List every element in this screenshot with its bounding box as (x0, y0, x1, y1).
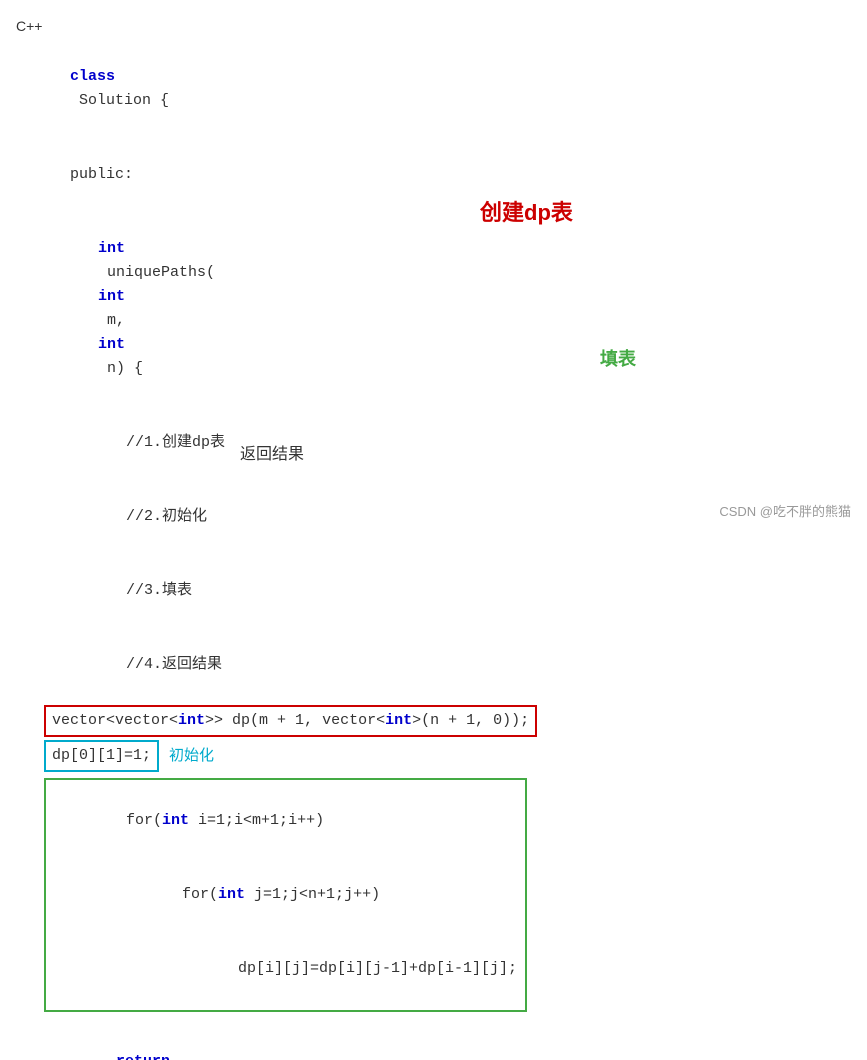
code-line-2: public: (16, 138, 851, 212)
annotation-create-dp: 创建dp表 (480, 195, 573, 227)
spacer-1 (16, 1015, 851, 1023)
code-line-6: //3.填表 (16, 554, 851, 628)
for-line-3: dp[i][j]=dp[i][j-1]+dp[i-1][j]; (54, 932, 517, 1006)
comment-1: //1.创建dp表 (126, 434, 225, 451)
keyword-int-2: int (98, 288, 125, 305)
for-loop-box: for(int i=1;i<m+1;i++) for(int j=1;j<n+1… (44, 778, 527, 1012)
code-line-4: //1.创建dp表 (16, 406, 851, 480)
code-line-3: int uniquePaths( int m, int n) { (16, 212, 851, 406)
watermark: CSDN @吃不胖的熊猫 (719, 501, 851, 520)
param-m: m, (98, 312, 134, 329)
public-keyword: public: (70, 166, 133, 183)
dp-init-line-wrapper: dp[0][1]=1; 初始化 (44, 740, 851, 772)
return-line-wrapper: return dp[m][n]; (16, 1025, 851, 1060)
keyword-int-3: int (98, 336, 125, 353)
for-outer: for(int i=1;i<m+1;i++) (126, 812, 324, 829)
for-line-1: for(int i=1;i<m+1;i++) (54, 784, 517, 858)
annotation-fill-table: 填表 (600, 345, 636, 371)
annotation-return-result: 返回结果 (240, 440, 304, 464)
class-name: Solution { (70, 92, 169, 109)
keyword-int-1: int (98, 240, 125, 257)
comment-2: //2.初始化 (126, 508, 207, 525)
keyword-return: return (116, 1053, 170, 1060)
for-line-2: for(int j=1;j<n+1;j++) (54, 858, 517, 932)
return-line: return dp[m][n]; (44, 1025, 206, 1060)
dp-init-code: dp[0][1]=1; (52, 747, 151, 764)
dp-assign: dp[i][j]=dp[i][j-1]+dp[i-1][j]; (238, 960, 517, 977)
code-line-1: class Solution { (16, 40, 851, 138)
fn-name: uniquePaths( (98, 264, 215, 281)
comment-3: //3.填表 (126, 582, 192, 599)
param-n: n) { (98, 360, 143, 377)
dp-init-box: dp[0][1]=1; (44, 740, 159, 772)
keyword-class: class (70, 68, 115, 85)
vector-code: vector<vector<int>> dp(m + 1, vector<int… (52, 712, 529, 729)
vector-line-wrapper: vector<vector<int>> dp(m + 1, vector<int… (44, 705, 851, 737)
vector-line-box: vector<vector<int>> dp(m + 1, vector<int… (44, 705, 537, 737)
comment-4: //4.返回结果 (126, 656, 222, 673)
lang-label: C++ (0, 10, 867, 40)
for-inner: for(int j=1;j<n+1;j++) (182, 886, 380, 903)
code-line-7: //4.返回结果 (16, 628, 851, 702)
code-block: class Solution { public: int uniquePaths… (0, 40, 867, 1060)
init-annotation: 初始化 (169, 744, 214, 768)
